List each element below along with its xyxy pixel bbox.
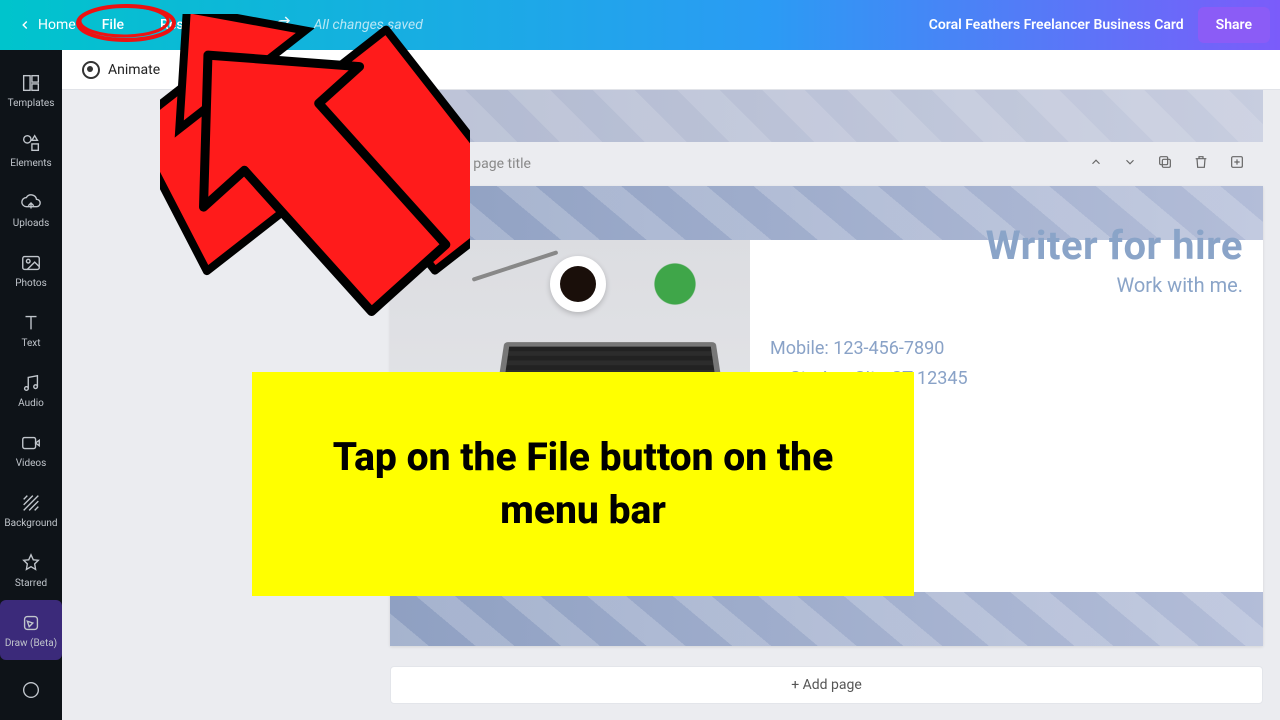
redo-icon bbox=[274, 14, 292, 32]
undo-icon bbox=[232, 14, 250, 32]
card-headline[interactable]: Writer for hire bbox=[770, 222, 1243, 269]
top-menu-bar: Home File Resize All changes saved Coral… bbox=[0, 0, 1280, 50]
plus-box-icon bbox=[1229, 154, 1245, 170]
page-header: Page 2 - Add page title bbox=[390, 142, 1263, 186]
sidebar-item-background[interactable]: Background bbox=[0, 480, 62, 540]
animate-icon bbox=[82, 61, 100, 79]
sidebar-item-templates[interactable]: Templates bbox=[0, 60, 62, 120]
sidebar-item-uploads[interactable]: Uploads bbox=[0, 180, 62, 240]
sidebar-item-more[interactable] bbox=[0, 660, 62, 720]
share-button[interactable]: Share bbox=[1198, 7, 1270, 43]
chevron-left-icon bbox=[18, 18, 32, 32]
animate-button[interactable]: Animate bbox=[82, 61, 160, 79]
add-page-button[interactable] bbox=[1219, 154, 1255, 174]
annotation-circle bbox=[74, 2, 178, 44]
sidebar-item-draw[interactable]: Draw (Beta) bbox=[0, 600, 62, 660]
delete-page-button[interactable] bbox=[1183, 154, 1219, 174]
trash-icon bbox=[1193, 154, 1209, 170]
card-subheadline[interactable]: Work with me. bbox=[770, 273, 1243, 297]
page-title-input[interactable]: Add page title bbox=[445, 156, 531, 172]
move-down-button[interactable] bbox=[1113, 155, 1147, 173]
page-number: Page 2 bbox=[398, 156, 441, 172]
redo-button[interactable] bbox=[262, 14, 304, 36]
annotation-callout: Tap on the File button on the menu bar bbox=[252, 372, 914, 596]
sidebar-item-audio[interactable]: Audio bbox=[0, 360, 62, 420]
prev-page-strip[interactable] bbox=[390, 90, 1263, 142]
duplicate-page-button[interactable] bbox=[1147, 154, 1183, 174]
chevron-down-icon bbox=[1123, 155, 1137, 169]
save-status: All changes saved bbox=[314, 17, 423, 33]
sidebar-item-photos[interactable]: Photos bbox=[0, 240, 62, 300]
sidebar-item-text[interactable]: Text bbox=[0, 300, 62, 360]
sidebar-item-starred[interactable]: Starred bbox=[0, 540, 62, 600]
sidebar-item-videos[interactable]: Videos bbox=[0, 420, 62, 480]
design-title[interactable]: Coral Feathers Freelancer Business Card bbox=[929, 17, 1184, 33]
undo-button[interactable] bbox=[220, 14, 262, 36]
add-page-bar[interactable]: + Add page bbox=[390, 666, 1263, 704]
home-label: Home bbox=[38, 17, 76, 33]
sidebar-item-elements[interactable]: Elements bbox=[0, 120, 62, 180]
chevron-up-icon bbox=[1089, 155, 1103, 169]
back-button[interactable]: Home bbox=[10, 17, 84, 33]
card-bottom-border bbox=[390, 592, 1263, 646]
left-sidebar: Templates Elements Uploads Photos Text A… bbox=[0, 50, 62, 720]
move-up-button[interactable] bbox=[1079, 155, 1113, 173]
context-toolbar: Animate bbox=[62, 50, 1280, 90]
copy-icon bbox=[1157, 154, 1173, 170]
